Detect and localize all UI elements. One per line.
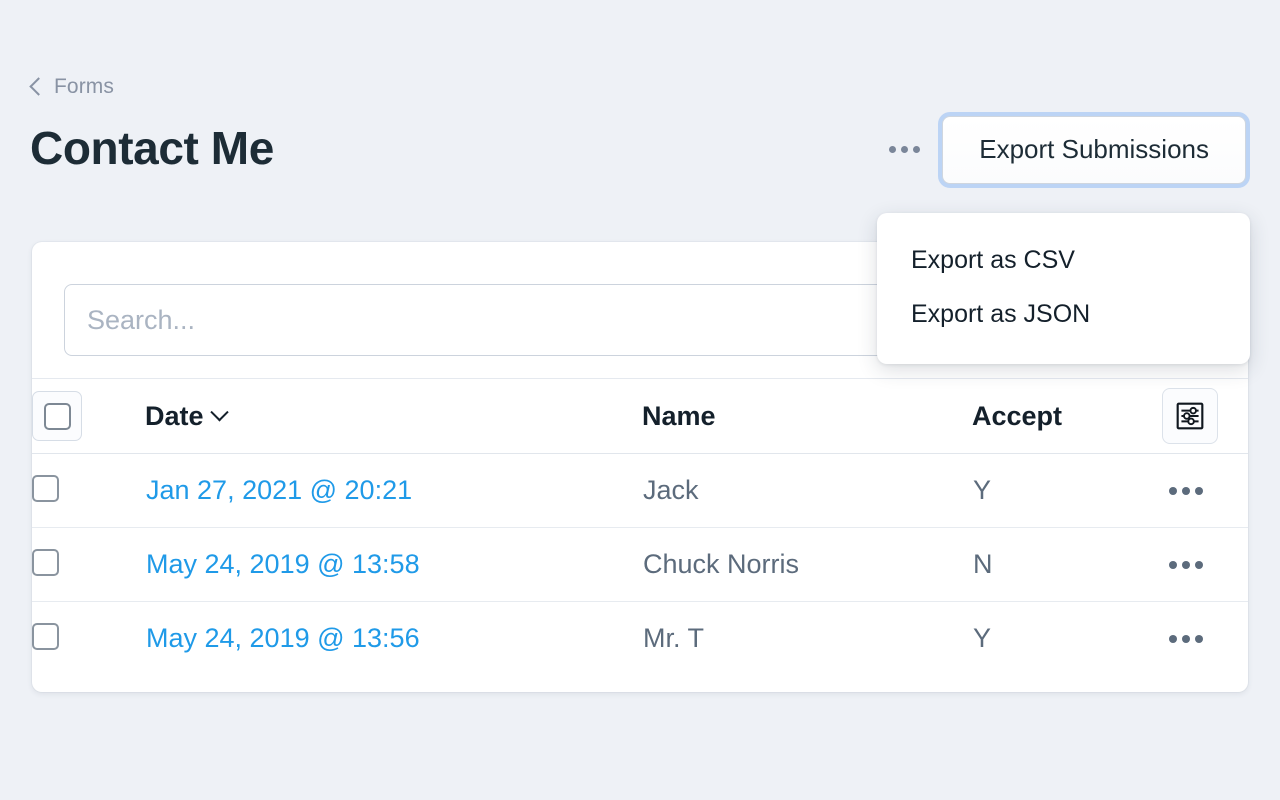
submission-date-link[interactable]: May 24, 2019 @ 13:58 bbox=[146, 549, 420, 579]
ellipsis-icon-dot bbox=[901, 146, 908, 153]
row-date-cell: May 24, 2019 @ 13:56 bbox=[145, 602, 642, 676]
export-submissions-button[interactable]: Export Submissions bbox=[942, 116, 1246, 184]
row-accept-cell: N bbox=[972, 528, 1162, 602]
column-header-date[interactable]: Date bbox=[145, 379, 642, 454]
breadcrumb[interactable]: Forms bbox=[32, 76, 114, 97]
row-select-cell bbox=[32, 528, 145, 602]
menu-item-export-json[interactable]: Export as JSON bbox=[877, 287, 1250, 341]
ellipsis-icon-dot bbox=[1195, 487, 1203, 495]
row-actions-cell bbox=[1162, 454, 1248, 528]
ellipsis-icon-dot bbox=[1169, 487, 1177, 495]
ellipsis-icon-dot bbox=[1195, 635, 1203, 643]
table-row: May 24, 2019 @ 13:56 Mr. T Y bbox=[32, 602, 1248, 676]
page-root: Forms Contact Me Export Submissions Expo… bbox=[0, 0, 1280, 800]
table-row: Jan 27, 2021 @ 20:21 Jack Y bbox=[32, 454, 1248, 528]
row-date-cell: May 24, 2019 @ 13:58 bbox=[145, 528, 642, 602]
column-header-accept[interactable]: Accept bbox=[972, 379, 1162, 454]
table-row: May 24, 2019 @ 13:58 Chuck Norris N bbox=[32, 528, 1248, 602]
ellipsis-icon-dot bbox=[1182, 561, 1190, 569]
row-accept-cell: Y bbox=[972, 454, 1162, 528]
select-all-cell bbox=[32, 379, 145, 454]
page-title: Contact Me bbox=[30, 123, 274, 174]
submission-date-link[interactable]: May 24, 2019 @ 13:56 bbox=[146, 623, 420, 653]
column-settings-cell bbox=[1162, 379, 1248, 454]
ellipsis-icon-dot bbox=[1169, 561, 1177, 569]
row-actions-button[interactable] bbox=[1163, 629, 1209, 649]
row-accept-cell: Y bbox=[972, 602, 1162, 676]
export-dropdown-menu: Export as CSV Export as JSON bbox=[877, 213, 1250, 364]
row-select-cell bbox=[32, 454, 145, 528]
table-head: Date Name Accept bbox=[32, 379, 1248, 454]
breadcrumb-label: Forms bbox=[54, 76, 114, 97]
column-header-name-label: Name bbox=[642, 401, 716, 432]
chevron-down-icon bbox=[210, 403, 228, 421]
row-actions-button[interactable] bbox=[1163, 555, 1209, 575]
row-checkbox[interactable] bbox=[32, 549, 59, 576]
submission-date-link[interactable]: Jan 27, 2021 @ 20:21 bbox=[146, 475, 412, 505]
row-date-cell: Jan 27, 2021 @ 20:21 bbox=[145, 454, 642, 528]
ellipsis-icon-dot bbox=[1195, 561, 1203, 569]
header-overflow-menu-button[interactable] bbox=[880, 130, 928, 170]
ellipsis-icon-dot bbox=[913, 146, 920, 153]
row-actions-cell bbox=[1162, 528, 1248, 602]
column-header-name[interactable]: Name bbox=[642, 379, 972, 454]
row-checkbox[interactable] bbox=[32, 623, 59, 650]
table-settings-button[interactable] bbox=[1162, 388, 1218, 444]
menu-item-export-csv[interactable]: Export as CSV bbox=[877, 233, 1250, 287]
ellipsis-icon-dot bbox=[1169, 635, 1177, 643]
select-all-checkbox-ring[interactable] bbox=[32, 391, 82, 441]
column-header-accept-label: Accept bbox=[972, 401, 1062, 432]
export-submissions-focus-ring: Export Submissions bbox=[938, 112, 1250, 188]
table-header-row: Date Name Accept bbox=[32, 379, 1248, 454]
submissions-table: Date Name Accept bbox=[32, 378, 1248, 675]
table-body: Jan 27, 2021 @ 20:21 Jack Y bbox=[32, 454, 1248, 676]
ellipsis-icon-dot bbox=[1182, 487, 1190, 495]
column-header-date-label: Date bbox=[145, 401, 204, 432]
row-name-cell: Mr. T bbox=[642, 602, 972, 676]
row-actions-cell bbox=[1162, 602, 1248, 676]
row-select-cell bbox=[32, 602, 145, 676]
chevron-left-icon bbox=[29, 77, 47, 95]
row-checkbox[interactable] bbox=[32, 475, 59, 502]
header-actions: Export Submissions bbox=[880, 112, 1250, 188]
select-all-checkbox[interactable] bbox=[44, 403, 71, 430]
ellipsis-icon-dot bbox=[1182, 635, 1190, 643]
sliders-icon bbox=[1175, 401, 1205, 431]
row-actions-button[interactable] bbox=[1163, 481, 1209, 501]
row-name-cell: Chuck Norris bbox=[642, 528, 972, 602]
row-name-cell: Jack bbox=[642, 454, 972, 528]
ellipsis-icon-dot bbox=[889, 146, 896, 153]
